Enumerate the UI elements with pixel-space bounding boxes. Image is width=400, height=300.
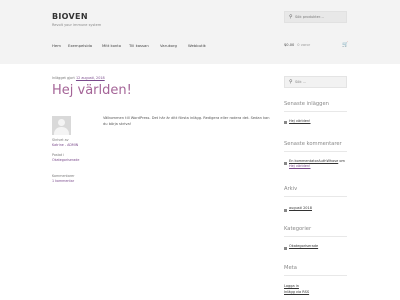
- written-by-label: Skrivet av: [52, 138, 69, 142]
- recent-posts-title: Senaste inläggen: [284, 101, 329, 107]
- meta-title: Meta: [284, 265, 297, 271]
- nav-item-webbutik[interactable]: Webbutik: [188, 43, 206, 48]
- author-link[interactable]: Katrine - ADMIN: [52, 143, 78, 147]
- cart-icon[interactable]: 🛒: [342, 42, 348, 48]
- author-avatar: [52, 116, 71, 135]
- comment-post-link[interactable]: Hej världen!: [289, 164, 311, 168]
- bullet-icon: [284, 121, 287, 124]
- search-placeholder: Sök produkter…: [295, 15, 324, 19]
- nav-item-mitt-konto[interactable]: Mitt konto: [102, 43, 121, 48]
- nav-item-exempelsida[interactable]: Exempelsida: [68, 43, 92, 48]
- post-date-link[interactable]: 12 augusti, 2018: [76, 76, 105, 80]
- archive-title: Arkiv: [284, 186, 298, 192]
- divider: [284, 196, 347, 197]
- site-description: Revolt your immune system: [52, 23, 102, 27]
- divider: [284, 151, 347, 152]
- bullet-icon: [284, 162, 287, 165]
- post-meta: Inlägget gjort 12 augusti, 2018: [52, 76, 105, 80]
- bullet-icon: [284, 209, 287, 212]
- login-link[interactable]: Logga in: [284, 284, 299, 289]
- post-meta-prefix: Inlägget gjort: [52, 76, 75, 80]
- cart-total: $0.00: [284, 43, 295, 47]
- recent-comment: En kommentatorAuthWhose om Hej världen!: [289, 159, 347, 169]
- recent-post-link[interactable]: Hej världen!: [289, 119, 311, 124]
- sidebar-search-input[interactable]: ⚲ Sök …: [284, 76, 347, 88]
- divider: [284, 111, 347, 112]
- posted-in-label: Postat i: [52, 153, 65, 157]
- post-title[interactable]: Hej världen!: [52, 83, 132, 98]
- divider: [284, 236, 347, 237]
- category-link[interactable]: Okategoriserade: [52, 158, 79, 162]
- cart-count: 0 varor: [297, 43, 311, 47]
- site-title[interactable]: BIOVEN: [52, 12, 88, 21]
- search-icon: ⚲: [289, 79, 293, 85]
- category-widget-link[interactable]: Okategoriserade: [289, 244, 318, 249]
- product-search-input[interactable]: ⚲ Sök produkter…: [284, 11, 347, 23]
- comments-label: Kommentarer: [52, 174, 75, 178]
- divider: [284, 275, 347, 276]
- sidebar-search-placeholder: Sök …: [295, 80, 307, 84]
- comments-link[interactable]: 1 kommentar: [52, 179, 74, 183]
- site-header: BIOVEN Revolt your immune system ⚲ Sök p…: [0, 0, 400, 64]
- cart-link[interactable]: $0.00 0 varor: [284, 43, 310, 47]
- archive-link[interactable]: augusti 2018: [289, 206, 312, 211]
- rss-link[interactable]: Inlägg via RSS: [284, 290, 309, 295]
- bullet-icon: [284, 247, 287, 250]
- nav-item-varukorg[interactable]: Varukorg: [160, 43, 177, 48]
- comment-author-link[interactable]: En kommentatorAuthWhose: [289, 159, 338, 163]
- recent-comments-title: Senaste kommentarer: [284, 141, 342, 147]
- search-icon: ⚲: [289, 14, 293, 20]
- nav-item-hem[interactable]: Hem: [52, 43, 61, 48]
- comment-on-label: om: [339, 159, 345, 163]
- categories-title: Kategorier: [284, 226, 312, 232]
- nav-item-till-kassan[interactable]: Till kassan: [129, 43, 149, 48]
- post-content: Välkommen till WordPress. Det här är dit…: [103, 116, 270, 126]
